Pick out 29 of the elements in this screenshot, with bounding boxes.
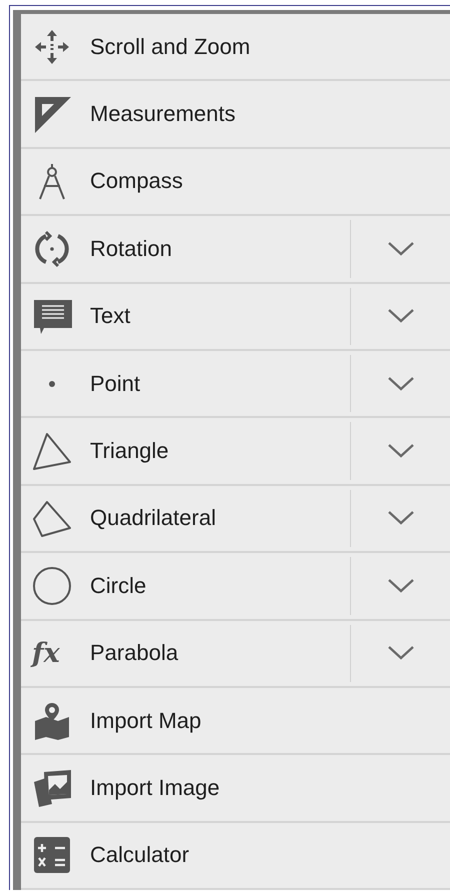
menu-item[interactable]: Scroll and Zoom [21,14,450,80]
dot-icon [48,380,56,388]
menu-item[interactable]: Compass [21,148,450,214]
menu-item[interactable]: Calculator [21,822,450,888]
chevron-down-icon [386,376,414,392]
chevron-down-icon [386,578,414,594]
chevron-down-icon [386,240,414,257]
chevron-down-icon [386,308,414,324]
chevron-down-icon [386,645,414,662]
menu-item[interactable]: Quadrilateral [21,486,350,552]
photos-icon [32,768,72,808]
menu-item[interactable]: Rotation [21,216,350,282]
menu-item[interactable]: Import Image [21,755,450,821]
menu-item[interactable]: Text [21,284,350,349]
circle-icon [32,566,72,606]
menu-item[interactable]: Circle [21,553,350,619]
function-icon: fx [32,640,60,667]
menu-item[interactable]: Point [21,350,350,416]
menu-item[interactable]: Import Map [21,688,450,754]
chevron-down-icon [386,443,414,460]
chevron-down-icon [386,510,414,526]
menu-item[interactable]: Triangle [21,418,350,484]
triangle-icon [32,431,72,472]
calculator-icon [32,835,72,876]
menu-item[interactable]: Measurements [21,81,450,147]
map-pin-icon [32,700,72,741]
menu-item[interactable]: fx Parabola [21,620,350,686]
rotate-icon [32,228,72,269]
quadrilateral-icon [32,498,72,538]
